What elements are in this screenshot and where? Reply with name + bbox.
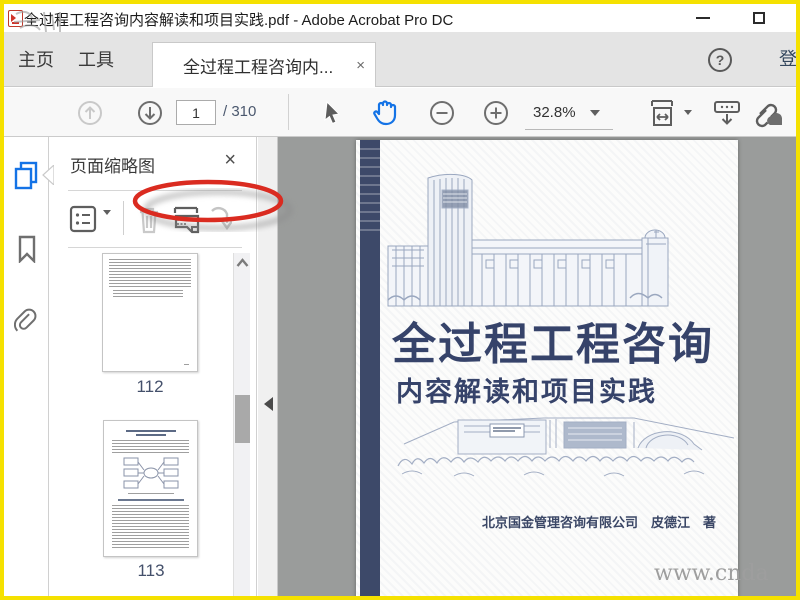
collapse-toolbar-icon[interactable] — [710, 88, 744, 137]
thumbnail-page-112[interactable] — [102, 253, 198, 372]
close-tab-icon[interactable]: × — [356, 57, 365, 74]
thumbnail-label-112[interactable]: 112 — [102, 377, 198, 397]
zoom-out-icon[interactable] — [427, 88, 457, 137]
thumbnail-options-caret-icon[interactable] — [103, 210, 111, 233]
sidebar-item-attachments[interactable] — [11, 305, 43, 339]
login-link[interactable]: 登录 — [779, 45, 796, 71]
chevron-down-icon — [589, 109, 600, 116]
panel-title: 页面缩略图 — [70, 157, 155, 176]
thumbnail-diagram — [123, 457, 179, 489]
page-total-label: / 310 — [223, 103, 257, 120]
delete-pages-icon — [136, 205, 162, 240]
select-tool-icon[interactable] — [318, 88, 348, 137]
thumbnail-label-113[interactable]: 113 — [103, 561, 199, 581]
scroll-up-icon[interactable] — [236, 258, 249, 268]
page-thumbnails-panel: 页面缩略图 × 112 113 — [50, 137, 257, 596]
share-link-icon[interactable] — [744, 88, 784, 137]
title-bar: 全过程工程咨询内容解读和项目实践.pdf - Adobe Acrobat Pro… — [4, 4, 796, 38]
panel-resize-divider[interactable] — [258, 137, 278, 596]
rotate-pages-icon — [208, 205, 233, 240]
sidebar-item-page-thumbnails[interactable] — [11, 159, 43, 193]
fit-options-caret-icon[interactable] — [682, 88, 694, 137]
panel-header: 页面缩略图 × — [50, 137, 256, 190]
resize-pages-icon[interactable] — [171, 205, 203, 240]
panel-scrollbar[interactable] — [233, 253, 250, 596]
tab-bar: 主页 工具 全过程工程咨询内... × ? 登录 — [4, 32, 796, 87]
building-sketch-bottom — [397, 417, 735, 477]
tab-document[interactable]: 全过程工程咨询内... × — [152, 42, 376, 87]
acrobat-window: 全过程工程咨询内容解读和项目实践.pdf - Adobe Acrobat Pro… — [4, 4, 796, 596]
content-area: 页面缩略图 × 112 113 全过程工程咨询 内容解读和项目实践 北京国金管理… — [4, 137, 796, 596]
zoom-level-value: 32.8% — [533, 104, 576, 121]
sidebar-item-bookmarks[interactable] — [11, 232, 43, 266]
main-toolbar: / 310 32.8% — [4, 88, 796, 231]
previous-page-icon — [75, 88, 105, 137]
zoom-level-dropdown[interactable]: 32.8% — [525, 96, 613, 130]
collapse-panel-icon[interactable] — [264, 397, 273, 411]
hand-tool-icon[interactable] — [369, 88, 401, 137]
tab-tools[interactable]: 工具 — [78, 46, 114, 72]
scrollbar-thumb[interactable] — [235, 395, 250, 443]
thumbnail-options-icon[interactable] — [69, 205, 97, 238]
paperclip-icon — [14, 308, 37, 332]
building-sketch-top — [387, 173, 669, 307]
window-title: 全过程工程咨询内容解读和项目实践.pdf - Adobe Acrobat Pro… — [24, 12, 454, 29]
tab-document-label: 全过程工程咨询内... — [183, 57, 334, 77]
site-watermark: www.cnda — [654, 561, 769, 586]
screenshot-frame: 全过程工程咨询内容解读和项目实践.pdf - Adobe Acrobat Pro… — [0, 0, 800, 600]
zoom-in-icon[interactable] — [481, 88, 511, 137]
next-page-icon[interactable] — [135, 88, 165, 137]
panel-close-icon[interactable]: × — [224, 149, 236, 172]
cover-title: 全过程工程咨询 — [392, 320, 714, 369]
thumbnail-page-113[interactable] — [103, 420, 198, 557]
cover-author: 北京国金管理咨询有限公司 皮德江 著 — [481, 515, 716, 530]
pdf-page-cover: 全过程工程咨询 内容解读和项目实践 北京国金管理咨询有限公司 皮德江 著 — [356, 140, 738, 596]
active-panel-notch — [42, 165, 54, 185]
page-thumbnails-icon — [14, 161, 38, 190]
panel-toolbar — [50, 191, 256, 247]
navigation-sidebar — [4, 137, 54, 596]
page-number-input[interactable] — [176, 100, 216, 125]
bookmark-icon — [18, 235, 36, 263]
fit-width-icon[interactable] — [646, 88, 682, 137]
toolbar-separator — [288, 94, 289, 130]
help-icon[interactable]: ? — [708, 48, 732, 72]
tab-home[interactable]: 主页 — [18, 46, 54, 72]
minimize-button[interactable] — [686, 4, 720, 32]
maximize-button[interactable] — [742, 4, 776, 32]
document-view[interactable]: 全过程工程咨询 内容解读和项目实践 北京国金管理咨询有限公司 皮德江 著 www… — [278, 137, 796, 596]
